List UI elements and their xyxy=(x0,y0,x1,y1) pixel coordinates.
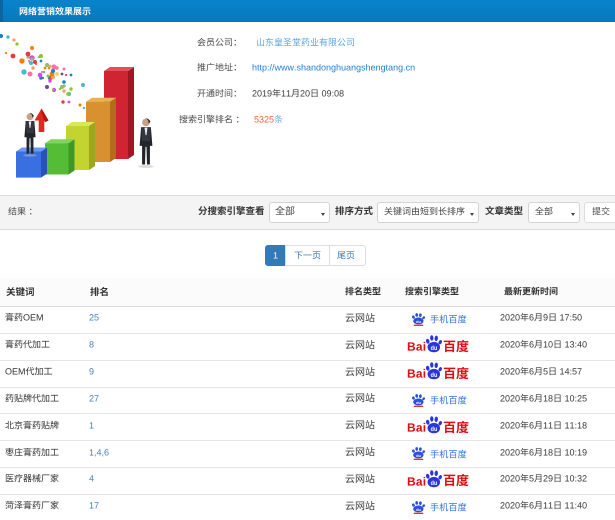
svg-text:du: du xyxy=(431,480,438,486)
svg-text:du: du xyxy=(416,454,421,458)
svg-text:du: du xyxy=(431,373,438,379)
svg-text:du: du xyxy=(431,427,438,433)
svg-text:du: du xyxy=(431,346,438,352)
svg-text:du: du xyxy=(416,508,421,512)
svg-text:du: du xyxy=(416,320,421,324)
svg-text:du: du xyxy=(416,401,421,405)
